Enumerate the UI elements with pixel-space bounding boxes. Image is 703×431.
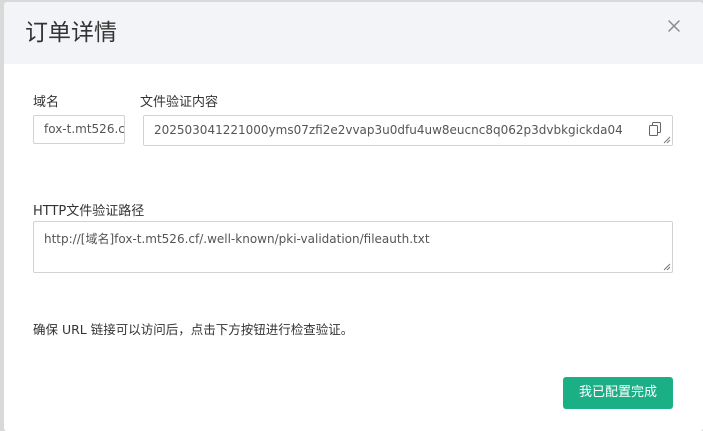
hint-text: 确保 URL 链接可以访问后，点击下方按钮进行检查验证。: [33, 322, 354, 337]
confirm-configured-button[interactable]: 我已配置完成: [563, 377, 673, 409]
resize-grip-icon[interactable]: [663, 136, 671, 144]
domain-field[interactable]: fox-t.mt526.cf: [33, 115, 125, 144]
dialog-title: 订单详情: [25, 20, 117, 46]
path-field[interactable]: http://[域名]fox-t.mt526.cf/.well-known/pk…: [33, 221, 673, 273]
path-label: HTTP文件验证路径: [33, 204, 145, 219]
domain-label: 域名: [33, 95, 60, 110]
path-value: http://[域名]fox-t.mt526.cf/.well-known/pk…: [44, 232, 430, 246]
content-label: 文件验证内容: [140, 95, 219, 110]
copy-icon[interactable]: [649, 122, 661, 136]
close-icon: [668, 20, 680, 32]
content-field[interactable]: 202503041221000yms07zfi2e2vvap3u0dfu4uw8…: [143, 115, 673, 146]
dialog-header: 订单详情: [4, 2, 703, 64]
content-value: 202503041221000yms07zfi2e2vvap3u0dfu4uw8…: [154, 123, 623, 137]
close-button[interactable]: [665, 17, 685, 37]
resize-grip-icon[interactable]: [663, 263, 671, 271]
order-details-dialog: 订单详情 域名 fox-t.mt526.cf 文件验证内容 2025030412…: [4, 2, 703, 431]
